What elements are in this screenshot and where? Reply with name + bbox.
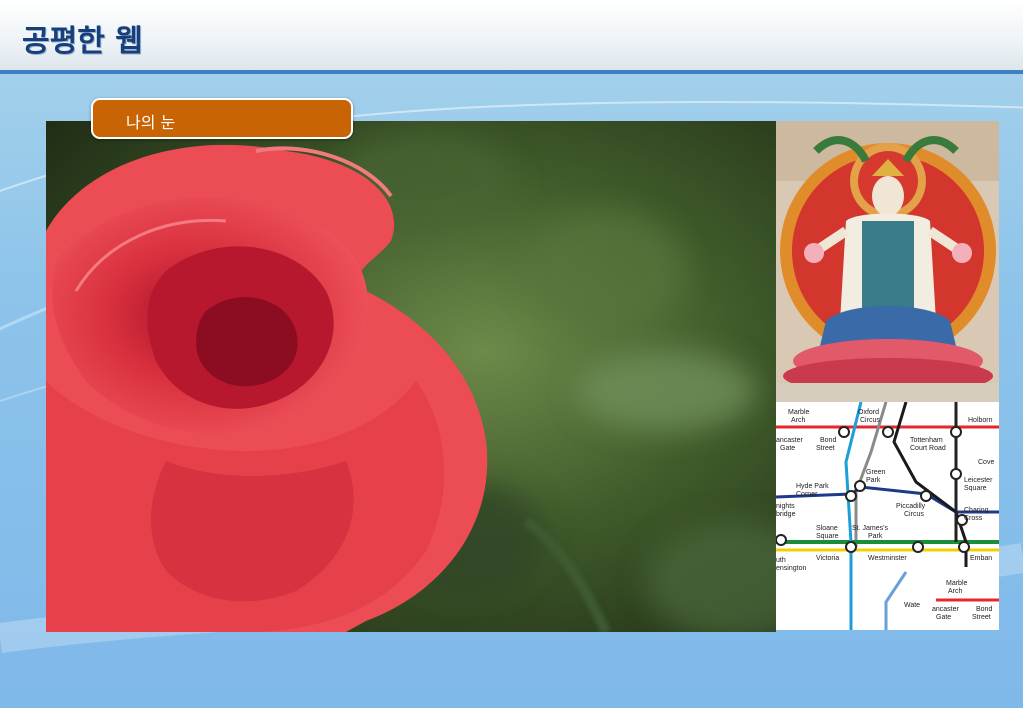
svg-text:Sloane: Sloane: [816, 525, 838, 532]
svg-text:Park: Park: [868, 533, 883, 540]
svg-text:Gate: Gate: [936, 614, 951, 621]
svg-text:ensington: ensington: [776, 565, 806, 572]
svg-text:Bond: Bond: [820, 437, 836, 444]
svg-text:Gate: Gate: [780, 445, 795, 452]
svg-text:Square: Square: [816, 533, 839, 540]
svg-text:ancaster: ancaster: [776, 437, 804, 444]
svg-text:Green: Green: [866, 469, 886, 476]
svg-text:nights: nights: [776, 503, 795, 510]
svg-text:Victoria: Victoria: [816, 555, 839, 562]
svg-text:Arch: Arch: [948, 588, 963, 595]
svg-text:uth: uth: [776, 557, 786, 564]
svg-text:St. James's: St. James's: [852, 525, 888, 532]
svg-text:Corner: Corner: [796, 491, 818, 498]
svg-text:Wate: Wate: [904, 602, 920, 609]
slide-label-box: 나의 눈: [91, 98, 353, 139]
svg-text:Court Road: Court Road: [910, 445, 946, 452]
svg-text:Arch: Arch: [791, 417, 806, 424]
svg-text:Square: Square: [964, 485, 987, 492]
svg-text:Tottenham: Tottenham: [910, 437, 943, 444]
page-title: 공평한 웹: [22, 24, 143, 59]
svg-text:Circus: Circus: [860, 417, 880, 424]
svg-text:Holborn: Holborn: [968, 417, 993, 424]
svg-text:Charing: Charing: [964, 507, 989, 514]
slide-label: 나의 눈: [126, 113, 176, 132]
svg-text:Park: Park: [866, 477, 881, 484]
svg-text:Hyde Park: Hyde Park: [796, 483, 829, 490]
svg-text:Marble: Marble: [946, 580, 968, 587]
buddha-thangka-image: [776, 121, 999, 402]
rose-photo: [46, 121, 776, 632]
tube-map-image: Marble Arch Oxford Circus Holborn ancaster…: [776, 402, 999, 630]
svg-text:Circus: Circus: [904, 511, 924, 518]
svg-text:Cove: Cove: [978, 459, 994, 466]
svg-text:Street: Street: [816, 445, 835, 452]
svg-text:Westminster: Westminster: [868, 555, 907, 562]
svg-text:Leicester: Leicester: [964, 477, 993, 484]
svg-text:Bond: Bond: [976, 606, 992, 613]
svg-text:ancaster: ancaster: [932, 606, 960, 613]
svg-text:Piccadilly: Piccadilly: [896, 503, 926, 510]
svg-text:bridge: bridge: [776, 511, 796, 518]
svg-text:Emban: Emban: [970, 555, 992, 562]
svg-text:Marble: Marble: [788, 409, 810, 416]
svg-text:Cross: Cross: [964, 515, 983, 522]
svg-text:Street: Street: [972, 614, 991, 621]
svg-text:Oxford: Oxford: [858, 409, 879, 416]
header-bar: 공평한 웹: [0, 0, 1023, 74]
